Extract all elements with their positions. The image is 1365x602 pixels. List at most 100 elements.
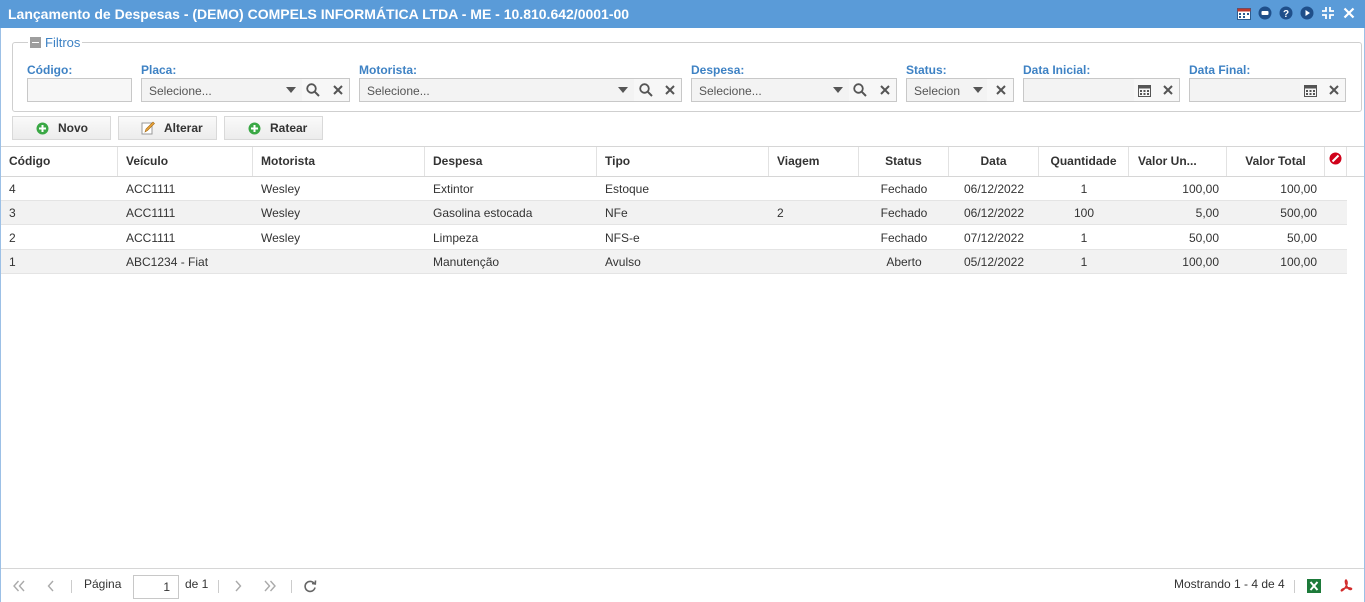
despesa-label: Despesa:	[691, 63, 745, 77]
column-settings[interactable]	[1325, 147, 1347, 176]
help-icon[interactable]: ?	[1278, 5, 1294, 21]
novo-label: Novo	[58, 121, 88, 135]
cell-tipo: NFS-e	[605, 231, 640, 245]
excel-export-icon[interactable]	[1307, 579, 1321, 593]
novo-button[interactable]: Novo	[12, 116, 111, 140]
cell-valor-total: 500,00	[1280, 206, 1317, 220]
calendar-icon[interactable]	[1303, 83, 1317, 97]
chevron-down-icon[interactable]	[616, 83, 630, 97]
cell-despesa: Limpeza	[433, 231, 479, 245]
chevron-down-icon[interactable]	[831, 83, 845, 97]
despesa-combobox[interactable]: Selecione...	[691, 78, 897, 102]
add-icon	[35, 121, 49, 135]
clear-icon[interactable]	[994, 83, 1008, 97]
placa-label: Placa:	[141, 63, 177, 77]
cell-valor-unitario: 100,00	[1182, 255, 1219, 269]
despesa-placeholder: Selecione...	[699, 84, 762, 98]
cell-data: 06/12/2022	[963, 206, 1025, 220]
cell-codigo: 4	[9, 182, 16, 196]
cell-codigo: 1	[9, 255, 16, 269]
column-header-viagem[interactable]: Viagem	[769, 147, 859, 176]
close-icon[interactable]	[1341, 5, 1357, 21]
table-row[interactable]: 3 ACC1111 Wesley Gasolina estocada NFe 2…	[1, 201, 1347, 225]
chevron-down-icon[interactable]	[284, 83, 298, 97]
alterar-label: Alterar	[164, 121, 203, 135]
cell-tipo: NFe	[605, 206, 628, 220]
chevron-down-icon[interactable]	[971, 83, 985, 97]
page-count-label: de 1	[185, 577, 209, 591]
table-row[interactable]: 4 ACC1111 Wesley Extintor Estoque Fechad…	[1, 177, 1347, 201]
column-header-codigo[interactable]: Código	[1, 147, 118, 176]
filters-legend[interactable]: Filtros	[28, 35, 83, 50]
clear-icon[interactable]	[1161, 83, 1175, 97]
codigo-input[interactable]	[27, 78, 132, 102]
cell-viagem	[769, 250, 859, 274]
motorista-label: Motorista:	[359, 63, 417, 77]
search-icon[interactable]	[306, 83, 320, 97]
column-header-tipo[interactable]: Tipo	[597, 147, 769, 176]
window-frame	[0, 28, 1365, 602]
window-titlebar: Lançamento de Despesas - (DEMO) COMPELS …	[0, 0, 1365, 28]
filters-legend-label: Filtros	[45, 35, 81, 50]
chat-icon[interactable]	[1257, 5, 1273, 21]
cell-motorista	[253, 250, 425, 274]
pager-divider	[218, 580, 219, 593]
column-header-status[interactable]: Status	[859, 147, 949, 176]
column-header-data[interactable]: Data	[949, 147, 1039, 176]
table-row[interactable]: 2 ACC1111 Wesley Limpeza NFS-e Fechado 0…	[1, 226, 1347, 250]
codigo-label: Código:	[27, 63, 73, 77]
refresh-icon[interactable]	[303, 579, 317, 593]
next-page-icon[interactable]	[231, 579, 245, 593]
search-icon[interactable]	[853, 83, 867, 97]
cell-status: Fechado	[880, 182, 928, 196]
column-header-despesa[interactable]: Despesa	[425, 147, 597, 176]
placa-placeholder: Selecione...	[149, 84, 212, 98]
cell-veiculo: ABC1234 - Fiat	[126, 255, 209, 269]
window-title: Lançamento de Despesas - (DEMO) COMPELS …	[8, 6, 630, 22]
clear-filter-icon[interactable]	[1329, 147, 1342, 176]
clear-icon[interactable]	[331, 83, 345, 97]
column-header-valor-unitario[interactable]: Valor Un...	[1129, 147, 1227, 176]
cell-veiculo: ACC1111	[126, 206, 176, 220]
cell-data: 06/12/2022	[963, 182, 1025, 196]
window-controls: ?	[1236, 5, 1357, 21]
motorista-placeholder: Selecione...	[367, 84, 430, 98]
table-row[interactable]: 1 ABC1234 - Fiat Manutenção Avulso Abert…	[1, 250, 1347, 274]
cell-despesa: Manutenção	[433, 255, 500, 269]
calendar-icon[interactable]	[1137, 83, 1151, 97]
column-header-quantidade[interactable]: Quantidade	[1039, 147, 1129, 176]
cell-despesa: Extintor	[433, 182, 474, 196]
placa-combobox[interactable]: Selecione...	[141, 78, 350, 102]
column-header-valor-total[interactable]: Valor Total	[1227, 147, 1325, 176]
collapse-minus-icon[interactable]	[30, 37, 41, 48]
pager-divider	[1294, 580, 1295, 593]
status-combobox[interactable]: Selecion	[906, 78, 1014, 102]
collapse-icon[interactable]	[1320, 5, 1336, 21]
last-page-icon[interactable]	[263, 579, 277, 593]
column-header-motorista[interactable]: Motorista	[253, 147, 425, 176]
play-icon[interactable]	[1299, 5, 1315, 21]
first-page-icon[interactable]	[12, 579, 26, 593]
cell-quantidade: 1	[1080, 182, 1088, 196]
ratear-button[interactable]: Ratear	[224, 116, 323, 140]
column-header-veiculo[interactable]: Veículo	[118, 147, 253, 176]
motorista-combobox[interactable]: Selecione...	[359, 78, 682, 102]
alterar-button[interactable]: Alterar	[118, 116, 217, 140]
clear-icon[interactable]	[1327, 83, 1341, 97]
page-number-input[interactable]: 1	[133, 575, 179, 599]
data-final-input[interactable]	[1189, 78, 1346, 102]
cell-veiculo: ACC1111	[126, 182, 176, 196]
calendar-icon[interactable]	[1236, 5, 1252, 21]
cell-codigo: 2	[9, 231, 16, 245]
status-label: Status:	[906, 63, 947, 77]
cell-status: Fechado	[880, 231, 928, 245]
prev-page-icon[interactable]	[44, 579, 58, 593]
data-inicial-label: Data Inicial:	[1023, 63, 1091, 77]
clear-icon[interactable]	[878, 83, 892, 97]
clear-icon[interactable]	[663, 83, 677, 97]
svg-text:?: ?	[1283, 9, 1289, 20]
data-inicial-input[interactable]	[1023, 78, 1180, 102]
cell-valor-total: 100,00	[1280, 182, 1317, 196]
pdf-export-icon[interactable]	[1339, 579, 1353, 593]
search-icon[interactable]	[639, 83, 653, 97]
